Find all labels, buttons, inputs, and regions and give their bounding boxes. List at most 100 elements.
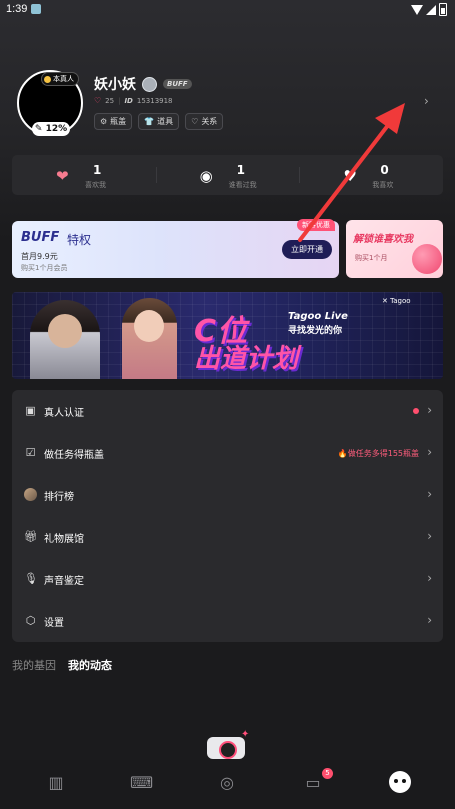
- level-badge: ✎ 12%: [32, 122, 70, 136]
- microphone-icon: 🎙︎: [24, 572, 38, 585]
- id-card-icon: ▣: [25, 404, 36, 417]
- cards-icon[interactable]: ▥: [46, 774, 66, 792]
- buff-price: 首月9.9元: [21, 252, 58, 261]
- menu-item-gift-hall[interactable]: 🎁︎ 礼物展馆 ›: [12, 516, 443, 558]
- calendar-check-icon: ☑: [25, 446, 36, 459]
- eye-icon: ◉: [199, 167, 213, 185]
- real-person-badge: 本真人: [41, 72, 79, 86]
- level-value: 12%: [45, 124, 68, 134]
- unlock-likes-card[interactable]: 解锁谁喜欢我 购买1个月: [346, 220, 443, 278]
- profile-avatar[interactable]: 本真人 ✎ 12%: [17, 70, 83, 136]
- badge-dot-icon: [44, 75, 51, 83]
- pill-relations[interactable]: ♡ 关系: [185, 113, 224, 130]
- banner-tagline-2: 寻找发光的你: [288, 326, 343, 336]
- notification-dot: [413, 408, 419, 414]
- chevron-right-icon: ›: [427, 571, 432, 585]
- banner-tagline-1: Tagoo Live: [288, 311, 348, 322]
- gamepad-icon[interactable]: ⌨: [130, 774, 153, 792]
- menu-label: 设置: [44, 618, 64, 629]
- face: [48, 314, 82, 348]
- stat-value: 1: [93, 163, 102, 177]
- banner-person-female: [122, 298, 177, 379]
- planet-icon[interactable]: ◎: [217, 774, 237, 792]
- likes-count: 25: [105, 96, 115, 105]
- signal-icon: [426, 4, 436, 15]
- heart-outline-icon: ♡: [191, 117, 199, 126]
- menu-item-real-auth[interactable]: ▣ 真人认证 ›: [12, 390, 443, 432]
- shirt-icon: 👕: [144, 117, 155, 126]
- profile-pills: ⚙ 瓶盖 👕 道具 ♡ 关系: [94, 113, 224, 130]
- pill-label: 道具: [157, 117, 174, 126]
- camera-fab-button[interactable]: ✦: [207, 729, 249, 759]
- pill-props[interactable]: 👕 道具: [138, 113, 180, 130]
- chevron-right-icon: ›: [427, 403, 432, 417]
- notification-app-icon: [31, 4, 41, 14]
- menu-label: 礼物展馆: [44, 534, 84, 545]
- tab-my-posts[interactable]: 我的动态: [68, 657, 112, 673]
- meta-divider: |: [118, 96, 121, 105]
- buff-sub: 购买1个月会员: [21, 264, 68, 272]
- profile-tabs: 我的基因 我的动态: [12, 657, 112, 673]
- me-icon[interactable]: [389, 771, 411, 793]
- stats-bar: ❤ 1 喜欢我 ◉ 1 谁看过我 ♥ 0 我喜欢: [12, 155, 443, 195]
- banner-brand: ✕ Tagoo: [382, 297, 411, 305]
- stat-liked-me[interactable]: ❤ 1 喜欢我: [12, 155, 156, 195]
- wifi-icon: [411, 4, 423, 15]
- likes-heart-icon: ♡: [94, 96, 102, 105]
- stat-label: 喜欢我: [85, 181, 106, 189]
- face: [134, 310, 164, 342]
- menu-label: 排行榜: [44, 492, 74, 503]
- sparkle-icon: ✦: [241, 729, 250, 740]
- message-icon[interactable]: ▭: [303, 774, 323, 792]
- chevron-right-icon: ›: [427, 487, 432, 501]
- stat-value: 0: [380, 163, 389, 177]
- menu-item-leaderboard[interactable]: 排行榜 ›: [12, 474, 443, 516]
- pill-bottle-caps[interactable]: ⚙ 瓶盖: [94, 113, 133, 130]
- real-badge-label: 本真人: [53, 75, 74, 83]
- task-tip: 🔥做任务多得155瓶盖: [337, 449, 419, 458]
- settings-icon: ⬡: [25, 614, 36, 627]
- stat-my-likes[interactable]: ♥ 0 我喜欢: [299, 155, 443, 195]
- id-value: 15313918: [136, 96, 173, 105]
- settings-menu: ▣ 真人认证 › ☑ 做任务得瓶盖 🔥做任务多得155瓶盖 › 排行榜 › 🎁︎…: [12, 390, 443, 642]
- menu-label: 真人认证: [44, 408, 84, 419]
- menu-label: 做任务得瓶盖: [44, 450, 104, 461]
- pill-label: 关系: [201, 117, 218, 126]
- heart-icon: ❤: [56, 167, 69, 185]
- stat-label: 谁看过我: [228, 181, 257, 189]
- love-card-sub: 购买1个月: [355, 254, 388, 262]
- status-bar: 1:39: [0, 0, 455, 20]
- chevron-right-icon: ›: [427, 613, 432, 627]
- verified-icon: [142, 76, 157, 92]
- menu-item-settings[interactable]: ⬡ 设置 ›: [12, 600, 443, 642]
- love-heart-icon: [412, 244, 442, 274]
- love-card-title: 解锁谁喜欢我: [353, 234, 413, 245]
- menu-item-voice[interactable]: 🎙︎ 声音鉴定 ›: [12, 558, 443, 600]
- buff-privilege-card[interactable]: BUFF 特权 首月9.9元 购买1个月会员 立即开通: [12, 221, 339, 278]
- tab-my-genes[interactable]: 我的基因: [12, 657, 56, 673]
- buff-tag: BUFF: [163, 79, 192, 89]
- buff-title: 特权: [67, 233, 92, 247]
- profile-chevron-right-icon[interactable]: ›: [424, 94, 429, 108]
- camera-icon: [219, 741, 237, 759]
- menu-label: 声音鉴定: [44, 576, 84, 587]
- buff-logo: BUFF: [21, 230, 60, 245]
- stat-visitors[interactable]: ◉ 1 谁看过我: [155, 155, 300, 195]
- new-customer-badge: 新客优惠: [297, 219, 335, 231]
- pill-label: 瓶盖: [110, 117, 127, 126]
- open-now-button[interactable]: 立即开通: [282, 240, 332, 259]
- heart-pulse-icon: ♥: [343, 167, 357, 185]
- bottom-nav: ▥ ⌨ ◎ ▭ 5: [0, 760, 455, 809]
- chevron-right-icon: ›: [427, 529, 432, 543]
- menu-item-tasks[interactable]: ☑ 做任务得瓶盖 🔥做任务多得155瓶盖 ›: [12, 432, 443, 474]
- status-time: 1:39: [6, 3, 28, 15]
- banner-headline-2: 出道计划: [194, 344, 299, 374]
- banner-person-male: [30, 300, 100, 379]
- event-banner[interactable]: C位 出道计划 Tagoo Live 寻找发光的你 ✕ Tagoo: [12, 292, 443, 379]
- avatar-icon: [24, 488, 37, 501]
- stat-value: 1: [236, 163, 246, 177]
- nickname: 妖小妖: [94, 77, 136, 93]
- stat-label: 我喜欢: [372, 181, 394, 189]
- profile-meta: ♡ 25 | ID 15313918: [94, 96, 173, 105]
- message-badge: 5: [322, 768, 333, 779]
